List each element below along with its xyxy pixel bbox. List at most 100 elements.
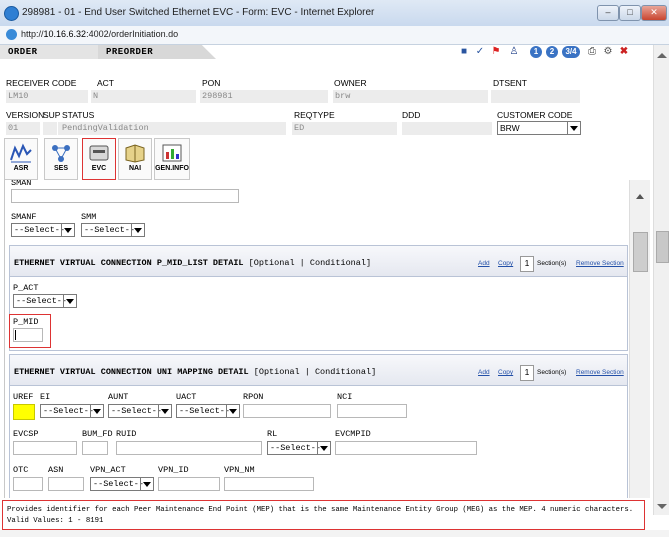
uact-selected: --Select-- bbox=[179, 406, 231, 416]
rpon-input[interactable] bbox=[243, 404, 331, 418]
p-mid-section-count[interactable]: 1 bbox=[520, 256, 534, 272]
page-icon bbox=[6, 29, 17, 40]
form-ses-button[interactable]: SES bbox=[44, 138, 78, 180]
scroll-down-arrow-icon[interactable] bbox=[657, 504, 667, 509]
asn-label: ASN bbox=[48, 465, 64, 475]
smm-select[interactable]: --Select-- bbox=[81, 223, 145, 237]
vpn-id-label: VPN_ID bbox=[158, 465, 189, 475]
chevron-down-icon bbox=[140, 478, 153, 490]
bum-fd-label: BUM_FD bbox=[82, 429, 113, 439]
uact-select[interactable]: --Select-- bbox=[176, 404, 240, 418]
uni-section-count[interactable]: 1 bbox=[520, 365, 534, 381]
form-asr-button[interactable]: ASR bbox=[4, 138, 38, 180]
page-2-icon[interactable]: 2 bbox=[546, 46, 558, 58]
save-icon[interactable]: ■ bbox=[458, 46, 470, 58]
p-mid-add-link[interactable]: Add bbox=[478, 260, 490, 267]
tab-order[interactable]: ORDER bbox=[0, 45, 105, 59]
p-mid-copy-link[interactable]: Copy bbox=[498, 260, 513, 267]
uni-add-link[interactable]: Add bbox=[478, 369, 490, 376]
act-label: ACT bbox=[97, 78, 114, 88]
asn-input[interactable] bbox=[48, 477, 84, 491]
smanf-select[interactable]: --Select-- bbox=[11, 223, 75, 237]
ei-select[interactable]: --Select-- bbox=[40, 404, 104, 418]
p-act-select[interactable]: --Select-- bbox=[13, 294, 77, 308]
form-nai-button[interactable]: NAI bbox=[118, 138, 152, 180]
uni-section-title-text: ETHERNET VIRTUAL CONNECTION UNI MAPPING … bbox=[14, 367, 249, 377]
ddd-value bbox=[402, 122, 492, 135]
vpn-id-input[interactable] bbox=[158, 477, 220, 491]
ruid-input[interactable] bbox=[116, 441, 262, 455]
smm-label: SMM bbox=[81, 212, 97, 222]
p-mid-sections-label: Section(s) bbox=[537, 260, 567, 267]
uact-label: UACT bbox=[176, 392, 197, 402]
maximize-button[interactable]: □ bbox=[619, 5, 641, 21]
chevron-down-icon bbox=[131, 224, 144, 236]
scroll-up-arrow-icon[interactable] bbox=[636, 194, 644, 199]
form-evc-label: EVC bbox=[91, 165, 107, 172]
p-mid-remove-link[interactable]: Remove Section bbox=[576, 260, 624, 267]
customer-code-label: CUSTOMER CODE bbox=[497, 110, 573, 120]
status-value: PendingValidation bbox=[58, 122, 286, 135]
chevron-down-icon bbox=[90, 405, 103, 417]
act-value: N bbox=[91, 90, 196, 103]
aunt-select[interactable]: --Select-- bbox=[108, 404, 172, 418]
form-content: SMAN SMANF SMM --Select-- --Select-- ETH… bbox=[4, 180, 630, 498]
uni-remove-link[interactable]: Remove Section bbox=[576, 369, 624, 376]
sup-label: SUP bbox=[43, 110, 61, 120]
uni-sections-label: Section(s) bbox=[537, 369, 567, 376]
scroll-up-arrow-icon[interactable] bbox=[657, 53, 667, 58]
chevron-down-icon bbox=[158, 405, 171, 417]
window-title: 298981 - 01 - End User Switched Ethernet… bbox=[22, 7, 375, 18]
p-mid-section-qualifier: [Optional | Conditional] bbox=[248, 258, 372, 268]
ses-icon bbox=[52, 145, 70, 162]
window-scrollbar[interactable] bbox=[653, 45, 669, 515]
check-icon[interactable]: ✓ bbox=[474, 46, 486, 58]
p-act-label: P_ACT bbox=[13, 283, 39, 293]
p-mid-section-title: ETHERNET VIRTUAL CONNECTION P_MID_LIST D… bbox=[14, 258, 371, 268]
owner-label: OWNER bbox=[334, 78, 367, 88]
uref-input[interactable] bbox=[13, 404, 35, 420]
form-gen-info-label: GEN.INFO bbox=[155, 165, 189, 172]
uni-copy-link[interactable]: Copy bbox=[498, 369, 513, 376]
flag-icon[interactable]: ⚑ bbox=[490, 46, 502, 58]
p-mid-input[interactable] bbox=[13, 328, 43, 342]
dtsent-label: DTSENT bbox=[493, 78, 527, 88]
vpn-act-select[interactable]: --Select-- bbox=[90, 477, 154, 491]
receiver-code-value: LM10 bbox=[6, 90, 88, 103]
form-gen-info-button[interactable]: GEN.INFO bbox=[154, 138, 190, 180]
page-3-4-icon[interactable]: 3/4 bbox=[562, 46, 580, 58]
form-scrollbar[interactable] bbox=[629, 180, 650, 498]
tab-preorder[interactable]: PREORDER bbox=[98, 45, 216, 59]
nci-input[interactable] bbox=[337, 404, 407, 418]
form-scrollbar-thumb[interactable] bbox=[633, 232, 648, 272]
address-bar[interactable]: http://10.16.6.32:4002/orderInitiation.d… bbox=[0, 26, 669, 45]
gen-info-icon bbox=[162, 144, 182, 162]
print-icon[interactable]: ⎙ bbox=[586, 46, 598, 58]
window-scrollbar-thumb[interactable] bbox=[656, 231, 669, 263]
uni-mapping-section-header: ETHERNET VIRTUAL CONNECTION UNI MAPPING … bbox=[9, 354, 628, 386]
evcsp-input[interactable] bbox=[13, 441, 77, 455]
chevron-down-icon bbox=[61, 224, 74, 236]
form-evc-button[interactable]: EVC bbox=[82, 138, 116, 180]
page-1-icon[interactable]: 1 bbox=[530, 46, 542, 58]
pon-value: 298981 bbox=[200, 90, 328, 103]
evcmpid-input[interactable] bbox=[335, 441, 477, 455]
close-window-button[interactable]: ✕ bbox=[641, 5, 667, 21]
bum-fd-input[interactable] bbox=[82, 441, 108, 455]
settings-icon[interactable]: ⚙ bbox=[602, 46, 614, 58]
person-icon[interactable]: ♙ bbox=[508, 46, 520, 58]
url-text[interactable]: http://10.16.6.32:4002/orderInitiation.d… bbox=[21, 29, 178, 39]
vpn-nm-input[interactable] bbox=[224, 477, 314, 491]
close-icon[interactable]: ✖ bbox=[618, 46, 630, 58]
field-help-text: Provides identifier for each Peer Mainte… bbox=[2, 500, 645, 530]
order-nav-bar: ORDER PREORDER ■ ✓ ⚑ ♙ 1 2 3/4 ⎙ ⚙ ✖ bbox=[0, 45, 653, 61]
minimize-button[interactable]: – bbox=[597, 5, 619, 21]
version-value: 01 bbox=[6, 122, 40, 135]
otc-input[interactable] bbox=[13, 477, 43, 491]
customer-code-select[interactable]: BRW bbox=[497, 121, 581, 135]
otc-label: OTC bbox=[13, 465, 29, 475]
internet-explorer-icon bbox=[4, 6, 19, 21]
rl-select[interactable]: --Select-- bbox=[267, 441, 331, 455]
p-act-selected: --Select-- bbox=[16, 296, 68, 306]
sman-input[interactable] bbox=[11, 189, 239, 203]
